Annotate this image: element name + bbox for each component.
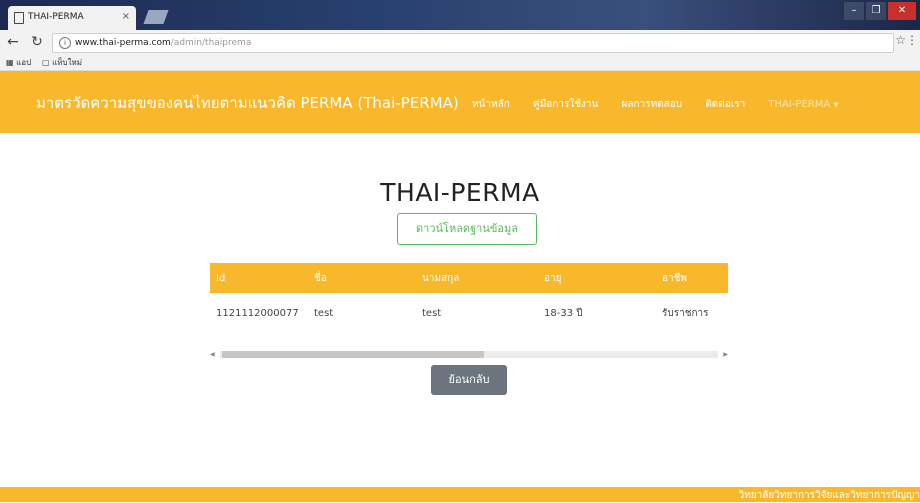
cell-firstname: test bbox=[314, 307, 334, 319]
new-tab-button[interactable] bbox=[143, 10, 169, 24]
site-info-icon[interactable]: i bbox=[59, 36, 71, 49]
scroll-thumb[interactable] bbox=[222, 351, 484, 358]
cell-age: 18-33 ปี bbox=[544, 307, 583, 319]
minimize-icon[interactable]: – bbox=[844, 2, 864, 20]
back-button[interactable]: ย้อนกลับ bbox=[431, 365, 507, 395]
table-row: 1121112000077 test test 18-33 ปี รับราชก… bbox=[210, 293, 728, 333]
bookmark-apps[interactable]: ▦ แอป bbox=[6, 56, 31, 70]
nav-thai-perma-dropdown[interactable]: THAI-PERMA ▼ bbox=[768, 99, 838, 110]
tab-title: THAI-PERMA bbox=[28, 12, 84, 22]
bookmark-newtab-label: แท็บใหม่ bbox=[52, 58, 83, 67]
url-host: www.thai-perma.com bbox=[75, 38, 171, 48]
footer-text: วิทยาลัยวิทยาการวิจัยและวิทยาการปัญญา bbox=[738, 490, 920, 501]
nav-home[interactable]: หน้าหลัก bbox=[472, 99, 510, 110]
download-database-button[interactable]: ดาวน์โหลดฐานข้อมูล bbox=[397, 213, 537, 245]
nav-manual[interactable]: คู่มือการใช้งาน bbox=[533, 99, 598, 110]
bookmark-newtab[interactable]: ▢ แท็บใหม่ bbox=[42, 56, 82, 70]
restore-icon[interactable]: ❐ bbox=[866, 2, 886, 20]
cell-lastname: test bbox=[422, 307, 442, 319]
url-path: /admin/thaiprema bbox=[170, 38, 252, 48]
cell-id: 1121112000077 bbox=[216, 307, 299, 319]
data-table: Id ชื่อ นามสกุล อายุ อาชีพ 1121112000077… bbox=[210, 263, 728, 333]
dropdown-label: THAI-PERMA bbox=[768, 99, 831, 110]
browser-tab[interactable]: THAI-PERMA × bbox=[8, 6, 136, 30]
url-input[interactable]: i www.thai-perma.com/admin/thaiprema bbox=[52, 33, 894, 53]
browser-titlebar: THAI-PERMA × – ❐ ✕ bbox=[0, 0, 920, 30]
horizontal-scrollbar[interactable]: ◀ ▶ bbox=[210, 351, 728, 358]
nav-links: หน้าหลัก คู่มือการใช้งาน ผลการทดสอบ ติดต… bbox=[472, 97, 859, 112]
header-firstname: ชื่อ bbox=[314, 272, 327, 284]
scroll-right-icon[interactable]: ▶ bbox=[723, 351, 728, 358]
site-navbar: มาตรวัดความสุขของคนไทยตามแนวคิด PERMA (T… bbox=[0, 71, 920, 133]
scroll-left-icon[interactable]: ◀ bbox=[210, 351, 215, 358]
window-controls: – ❐ ✕ bbox=[842, 2, 916, 24]
back-arrow-icon[interactable]: ← bbox=[4, 33, 22, 51]
site-footer: วิทยาลัยวิทยาการวิจัยและวิทยาการปัญญา bbox=[0, 487, 920, 502]
nav-results[interactable]: ผลการทดสอบ bbox=[622, 99, 683, 110]
window-close-icon[interactable]: ✕ bbox=[888, 2, 916, 20]
header-age: อายุ bbox=[544, 272, 562, 284]
page-title: THAI-PERMA bbox=[380, 178, 540, 207]
page-icon bbox=[14, 12, 24, 24]
bookmark-star-icon[interactable]: ☆ bbox=[895, 33, 906, 47]
table-header-row: Id ชื่อ นามสกุล อายุ อาชีพ bbox=[210, 263, 728, 293]
data-table-container: Id ชื่อ นามสกุล อายุ อาชีพ 1121112000077… bbox=[210, 263, 728, 333]
bookmark-apps-label: แอป bbox=[16, 58, 32, 67]
cell-occupation: รับราชการ bbox=[662, 307, 709, 319]
header-id: Id bbox=[216, 272, 226, 284]
close-tab-icon[interactable]: × bbox=[122, 6, 130, 28]
bookmarks-bar: ▦ แอป ▢ แท็บใหม่ bbox=[0, 56, 920, 71]
site-brand[interactable]: มาตรวัดความสุขของคนไทยตามแนวคิด PERMA (T… bbox=[36, 91, 459, 115]
scroll-track[interactable] bbox=[220, 351, 718, 358]
address-bar-row: ← ↻ i www.thai-perma.com/admin/thaiprema … bbox=[0, 30, 920, 56]
reload-icon[interactable]: ↻ bbox=[28, 33, 46, 51]
menu-dots-icon[interactable]: ⋮ bbox=[906, 33, 918, 47]
header-occupation: อาชีพ bbox=[662, 272, 687, 284]
caret-down-icon: ▼ bbox=[833, 101, 839, 109]
header-lastname: นามสกุล bbox=[422, 272, 460, 284]
nav-contact[interactable]: ติดต่อเรา bbox=[705, 99, 745, 110]
